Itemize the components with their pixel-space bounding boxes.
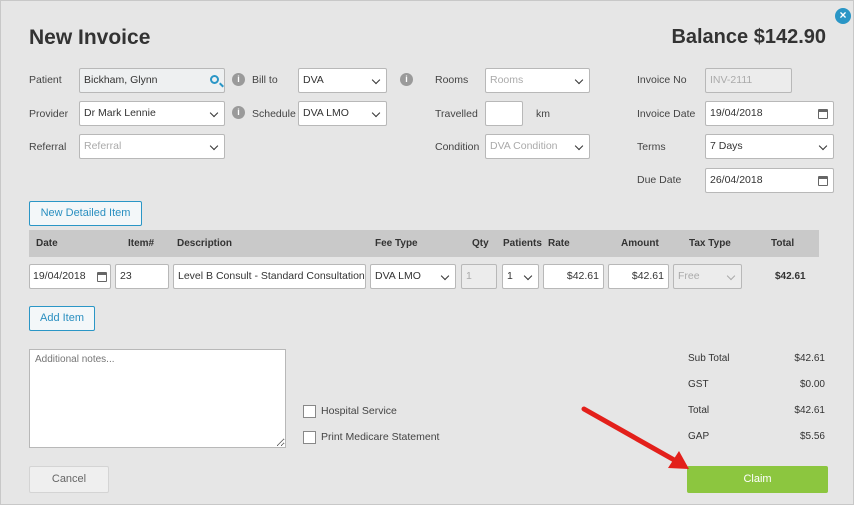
schedule-value: DVA LMO: [303, 107, 349, 119]
rooms-select[interactable]: Rooms: [485, 68, 590, 93]
column-header: Qty: [472, 238, 489, 249]
column-header: Total: [771, 238, 795, 249]
row-feetype-select[interactable]: DVA LMO: [370, 264, 456, 289]
row-date-value: 19/04/2018: [33, 270, 86, 282]
print-medicare-checkbox[interactable]: [303, 431, 316, 444]
cancel-button[interactable]: Cancel: [29, 466, 109, 493]
info-icon[interactable]: i: [232, 73, 245, 86]
subtotal-label: Sub Total: [688, 353, 730, 364]
column-header: Item#: [128, 238, 155, 249]
invoicedate-label: Invoice Date: [637, 108, 696, 120]
schedule-select[interactable]: DVA LMO: [298, 101, 387, 126]
travelled-label: Travelled: [435, 108, 478, 120]
billto-value: DVA: [303, 74, 324, 86]
condition-select[interactable]: DVA Condition: [485, 134, 590, 159]
hospital-service-checkbox[interactable]: [303, 405, 316, 418]
invoice-modal: × New Invoice Balance $142.90 Patient Bi…: [0, 0, 854, 505]
duedate-value: 26/04/2018: [710, 174, 763, 186]
row-feetype-value: DVA LMO: [375, 270, 421, 282]
invoicedate-value: 19/04/2018: [710, 107, 763, 119]
rooms-placeholder: Rooms: [490, 74, 524, 86]
row-description-input[interactable]: Level B Consult - Standard Consultation …: [173, 264, 366, 289]
column-header: Fee Type: [375, 238, 418, 249]
claim-button[interactable]: Claim: [687, 466, 828, 493]
row-qty-field: 1: [461, 264, 497, 289]
total-value: $42.61: [794, 405, 825, 416]
add-item-button[interactable]: Add Item: [29, 306, 95, 331]
gst-label: GST: [688, 379, 709, 390]
invoiceno-label: Invoice No: [637, 74, 687, 86]
row-rate-input[interactable]: $42.61: [543, 264, 604, 289]
billto-label: Bill to: [252, 74, 278, 86]
subtotal-value: $42.61: [794, 353, 825, 364]
calendar-icon[interactable]: [818, 176, 828, 186]
table-header: Date Item# Description Fee Type Qty Pati…: [29, 230, 819, 257]
provider-label: Provider: [29, 108, 69, 120]
row-item-input[interactable]: 23: [115, 264, 169, 289]
terms-select[interactable]: 7 Days: [705, 134, 834, 159]
duedate-field[interactable]: 26/04/2018: [705, 168, 834, 193]
search-icon[interactable]: [210, 75, 219, 84]
column-header: Tax Type: [689, 238, 731, 249]
gap-value: $5.56: [799, 431, 825, 442]
gst-value: $0.00: [799, 379, 825, 390]
condition-label: Condition: [435, 141, 480, 153]
column-header: Description: [177, 238, 233, 249]
close-icon[interactable]: ×: [835, 8, 851, 24]
patient-label: Patient: [29, 74, 62, 86]
travelled-input[interactable]: [485, 101, 523, 126]
referral-select[interactable]: Referral: [79, 134, 225, 159]
provider-value: Dr Mark Lennie: [84, 107, 156, 119]
rooms-label: Rooms: [435, 74, 469, 86]
calendar-icon[interactable]: [97, 272, 107, 282]
travelled-unit: km: [536, 108, 550, 120]
row-total: $42.61: [775, 271, 806, 282]
row-patients-select[interactable]: 1: [502, 264, 539, 289]
calendar-icon[interactable]: [818, 109, 828, 119]
invoicedate-field[interactable]: 19/04/2018: [705, 101, 834, 126]
terms-value: 7 Days: [710, 140, 743, 152]
info-icon[interactable]: i: [232, 106, 245, 119]
column-header: Amount: [621, 238, 659, 249]
notes-textarea[interactable]: [29, 349, 286, 448]
column-header: Date: [36, 238, 58, 249]
column-header: Rate: [548, 238, 570, 249]
invoiceno-field: INV-2111: [705, 68, 792, 93]
referral-label: Referral: [29, 141, 67, 153]
row-taxtype-value: Free: [678, 270, 700, 282]
condition-placeholder: DVA Condition: [490, 140, 558, 152]
terms-label: Terms: [637, 141, 666, 153]
referral-placeholder: Referral: [84, 140, 122, 152]
new-detailed-item-button[interactable]: New Detailed Item: [29, 201, 142, 226]
page-title: New Invoice: [29, 26, 151, 49]
column-header: Patients: [503, 238, 542, 249]
row-patients-value: 1: [507, 270, 513, 282]
hospital-service-label: Hospital Service: [321, 405, 397, 417]
duedate-label: Due Date: [637, 174, 682, 186]
schedule-label: Schedule: [252, 108, 296, 120]
patient-value: Bickham, Glynn: [84, 74, 158, 86]
red-arrow-icon: [581, 406, 689, 469]
row-amount-input[interactable]: $42.61: [608, 264, 669, 289]
provider-select[interactable]: Dr Mark Lennie: [79, 101, 225, 126]
info-icon[interactable]: i: [400, 73, 413, 86]
patient-field[interactable]: Bickham, Glynn: [79, 68, 225, 93]
row-taxtype-select: Free: [673, 264, 742, 289]
row-date-field[interactable]: 19/04/2018: [29, 264, 111, 289]
billto-select[interactable]: DVA: [298, 68, 387, 93]
balance-label: Balance $142.90: [671, 26, 826, 48]
print-medicare-label: Print Medicare Statement: [321, 431, 440, 443]
